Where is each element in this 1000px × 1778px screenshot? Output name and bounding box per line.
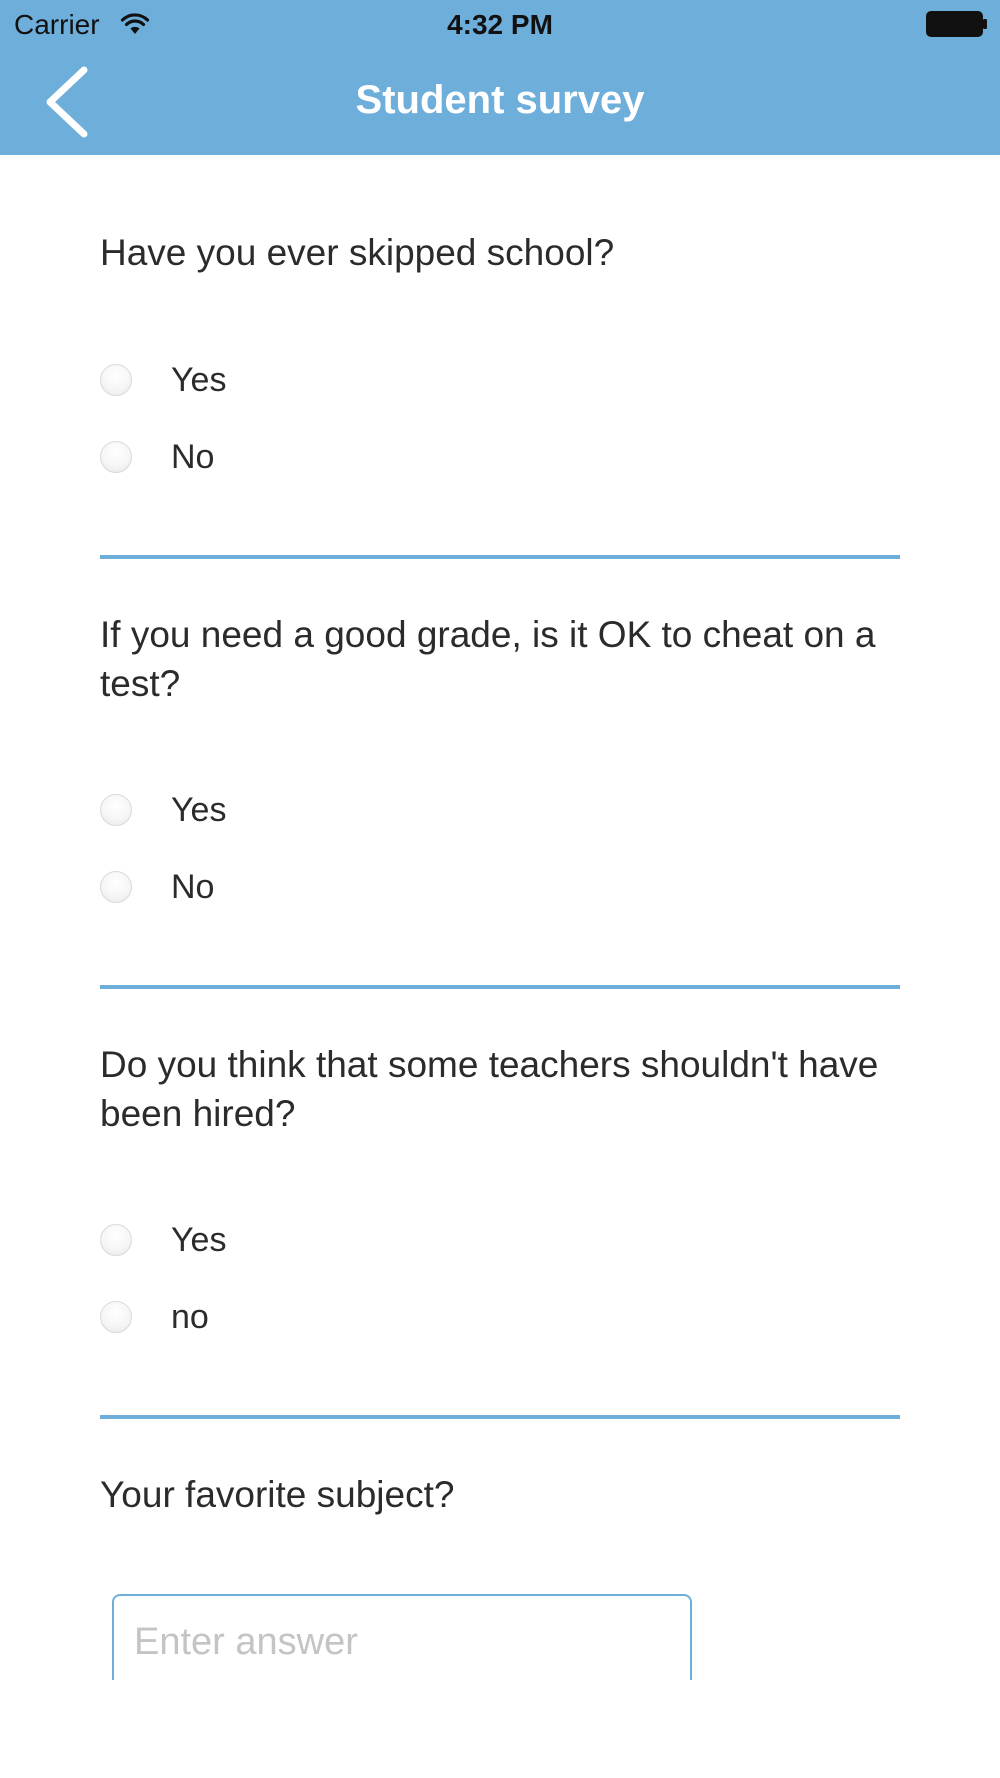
option-label: No (171, 438, 215, 476)
answer-field-container (112, 1594, 692, 1680)
question-1-option-yes[interactable]: Yes (100, 361, 500, 402)
radio-button[interactable] (100, 1301, 132, 1333)
status-time: 4:32 PM (447, 9, 553, 40)
radio-button[interactable] (100, 441, 132, 473)
radio-button[interactable] (100, 794, 132, 826)
option-label: Yes (171, 361, 227, 399)
option-label: no (171, 1298, 209, 1336)
status-bar: Carrier 4:32 PM (0, 0, 1000, 50)
radio-button[interactable] (100, 871, 132, 903)
navigation-header: Carrier 4:32 PM Student survey (0, 0, 1000, 155)
question-3-option-yes[interactable]: Yes (100, 1221, 500, 1262)
question-1-text: Have you ever skipped school? (100, 232, 615, 273)
question-3-option-no[interactable]: no (100, 1298, 500, 1339)
section-divider (100, 985, 900, 989)
option-label: Yes (171, 1221, 227, 1259)
question-1-option-no[interactable]: No (100, 438, 500, 479)
radio-button[interactable] (100, 1224, 132, 1256)
favorite-subject-input[interactable] (134, 1614, 664, 1670)
question-2-option-yes[interactable]: Yes (100, 791, 500, 832)
option-label: Yes (171, 791, 227, 829)
section-divider (100, 555, 900, 559)
section-divider (100, 1415, 900, 1419)
question-3-text: Do you think that some teachers shouldn'… (100, 1044, 879, 1134)
option-label: No (171, 868, 215, 906)
battery-icon (926, 11, 987, 37)
page-title: Student survey (355, 78, 645, 122)
radio-button[interactable] (100, 364, 132, 396)
question-2-option-no[interactable]: No (100, 868, 500, 909)
question-4-text: Your favorite subject? (100, 1474, 455, 1515)
question-2-text: If you need a good grade, is it OK to ch… (100, 614, 876, 704)
